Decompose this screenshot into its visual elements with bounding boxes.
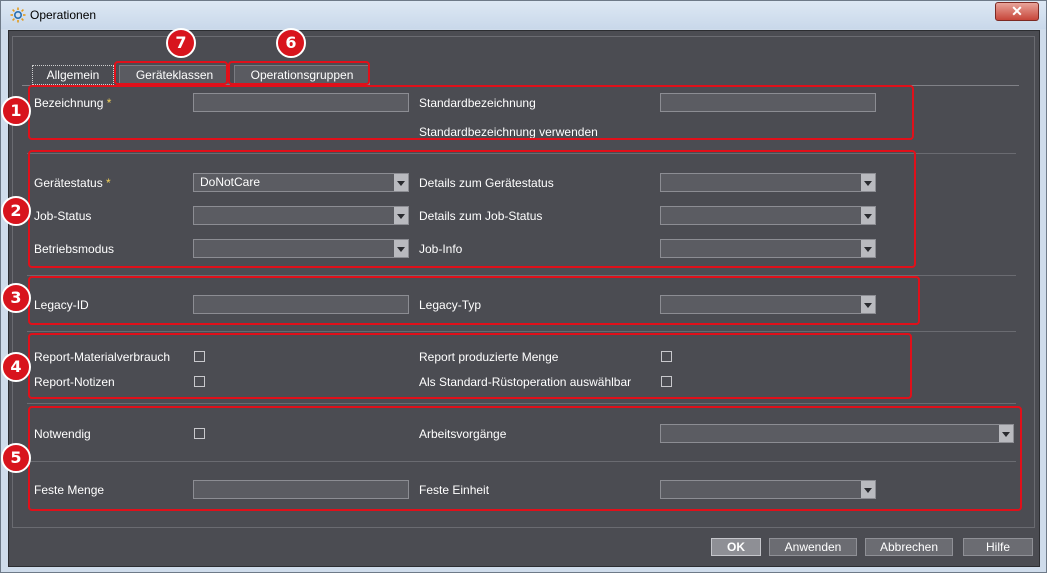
- anwenden-button[interactable]: Anwenden: [769, 538, 857, 556]
- gear-sun-icon: [10, 7, 26, 23]
- section-divider: [27, 403, 1016, 404]
- annotation-badge-4: 4: [1, 352, 31, 382]
- annotation-badge-2: 2: [1, 196, 31, 226]
- section-divider: [27, 331, 1016, 332]
- close-button[interactable]: ✕: [995, 2, 1039, 21]
- close-icon: ✕: [1011, 3, 1023, 19]
- annotation-box-1: [28, 85, 914, 140]
- annotation-box-7: [114, 61, 228, 85]
- title-bar: Operationen ✕: [1, 1, 1046, 29]
- annotation-badge-5: 5: [1, 443, 31, 473]
- annotation-badge-6: 6: [276, 28, 306, 58]
- hilfe-button[interactable]: Hilfe: [963, 538, 1033, 556]
- annotation-box-3: [28, 276, 920, 325]
- ok-button[interactable]: OK: [711, 538, 761, 556]
- annotation-badge-1: 1: [1, 96, 31, 126]
- tab-label: Allgemein: [46, 68, 100, 82]
- tab-allgemein[interactable]: Allgemein: [32, 65, 114, 85]
- annotation-badge-3: 3: [1, 283, 31, 313]
- annotation-badge-7: 7: [166, 28, 196, 58]
- annotation-box-5: [28, 406, 1022, 511]
- annotation-box-4: [28, 333, 912, 399]
- abbrechen-button[interactable]: Abbrechen: [865, 538, 953, 556]
- annotation-box-2: [28, 150, 916, 268]
- window-title: Operationen: [30, 8, 97, 22]
- annotation-box-6: [228, 61, 370, 85]
